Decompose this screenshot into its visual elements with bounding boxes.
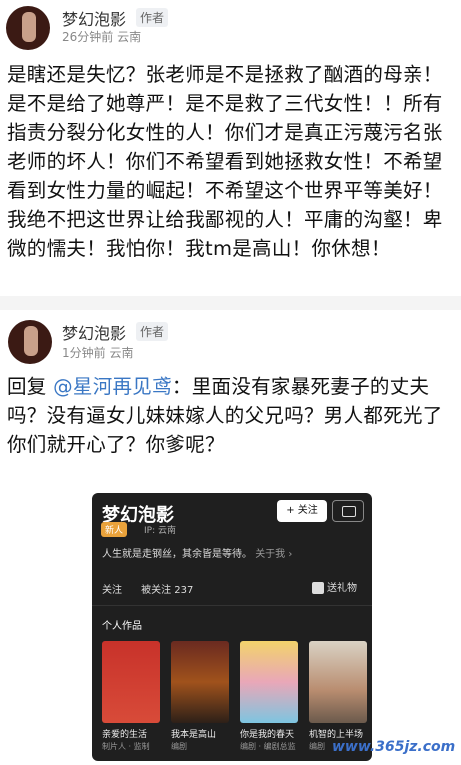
author-tag: 作者 bbox=[136, 8, 169, 27]
divider bbox=[0, 296, 461, 310]
followers-count: 237 bbox=[174, 585, 194, 596]
message-icon[interactable] bbox=[332, 500, 364, 522]
work-poster[interactable] bbox=[102, 641, 160, 723]
avatar[interactable] bbox=[8, 320, 52, 364]
followers-label[interactable]: 被关注 bbox=[141, 585, 171, 596]
work-title: 你是我的春天 bbox=[240, 730, 295, 740]
works-title: 个人作品 bbox=[102, 621, 142, 632]
work-poster[interactable] bbox=[171, 641, 229, 723]
reply-prefix: 回复 bbox=[7, 375, 47, 398]
profile-card: 梦幻泡影 新人 IP: 云南 + 关注 人生就是走钢丝，其余皆是等待。 关于我 … bbox=[92, 493, 372, 761]
post-time: 1分钟前 云南 bbox=[62, 346, 134, 360]
post-1: 梦幻泡影 作者 26分钟前 云南 是瞎还是失忆？张老师是不是拯救了酗酒的母亲！是… bbox=[0, 0, 461, 296]
work-role: 制片人 · 监制 bbox=[102, 742, 150, 751]
work-poster[interactable] bbox=[309, 641, 367, 723]
work-item[interactable]: 亲爱的生活 制片人 · 监制 bbox=[102, 641, 160, 752]
avatar[interactable] bbox=[6, 6, 50, 50]
work-role: 编剧 · 编剧总监 bbox=[240, 742, 296, 751]
reply-text: 回复 @星河再见鸢：里面没有家暴死妻子的丈夫吗？没有逼女儿妹妹嫁人的父兄吗？男人… bbox=[7, 372, 457, 459]
watermark: www.365jz.com bbox=[332, 739, 456, 755]
work-title: 亲爱的生活 bbox=[102, 730, 148, 740]
profile-stats: 关注 被关注 237 bbox=[102, 581, 193, 596]
follow-button[interactable]: + 关注 bbox=[277, 500, 327, 522]
ip-location: IP: 云南 bbox=[144, 526, 176, 536]
post-2: 梦幻泡影 作者 1分钟前 云南 回复 @星河再见鸢：里面没有家暴死妻子的丈夫吗？… bbox=[0, 310, 461, 470]
following-label[interactable]: 关注 bbox=[102, 585, 122, 596]
work-item[interactable]: 机智的上半场 编剧 bbox=[309, 641, 367, 752]
post-time: 26分钟前 云南 bbox=[62, 30, 142, 44]
about-me-link[interactable]: 关于我 › bbox=[255, 549, 292, 560]
newcomer-badge: 新人 bbox=[101, 522, 128, 537]
gift-button[interactable]: 送礼物 bbox=[312, 579, 357, 594]
gift-icon bbox=[312, 582, 324, 594]
divider bbox=[92, 605, 372, 606]
work-item[interactable]: 你是我的春天 编剧 · 编剧总监 bbox=[240, 641, 298, 752]
profile-bio: 人生就是走钢丝，其余皆是等待。 关于我 › bbox=[102, 549, 293, 560]
work-role: 编剧 bbox=[171, 742, 187, 751]
author-tag: 作者 bbox=[136, 322, 169, 341]
work-poster[interactable] bbox=[240, 641, 298, 723]
post-text: 是瞎还是失忆？张老师是不是拯救了酗酒的母亲！是不是给了她尊严！是不是救了三代女性… bbox=[7, 63, 443, 260]
work-item[interactable]: 我本是高山 编剧 bbox=[171, 641, 229, 752]
reply-mention-link[interactable]: @星河再见鸢 bbox=[53, 375, 172, 398]
username[interactable]: 梦幻泡影 bbox=[62, 320, 126, 344]
work-title: 我本是高山 bbox=[171, 730, 217, 740]
username[interactable]: 梦幻泡影 bbox=[62, 6, 126, 30]
